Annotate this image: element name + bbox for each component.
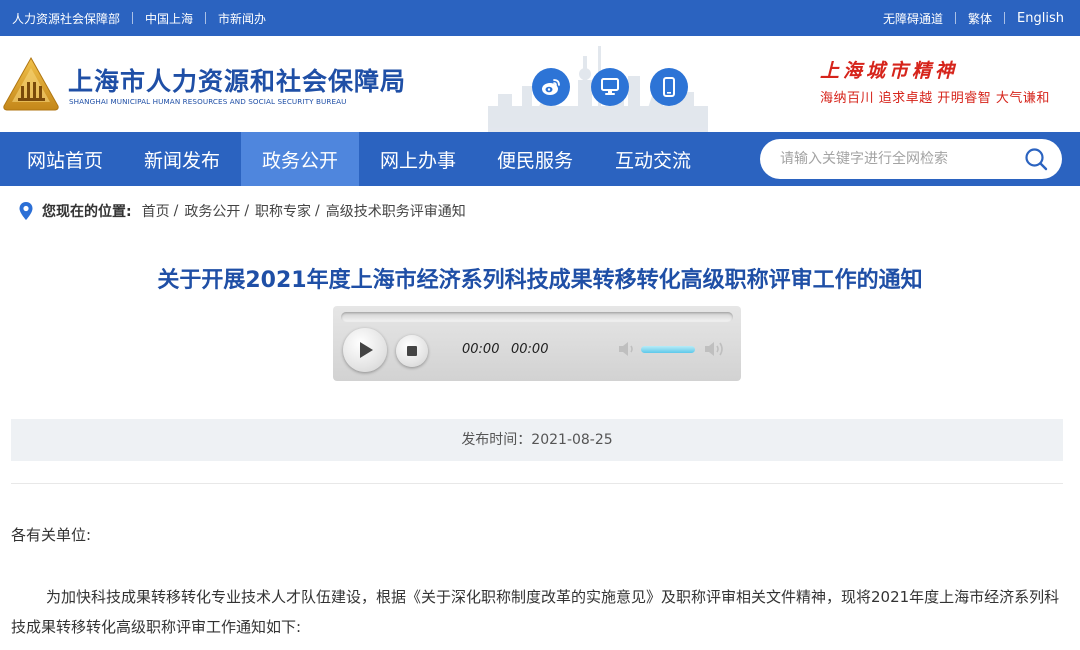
computer-icon	[601, 78, 619, 95]
top-links: 人力资源社会保障部 中国上海 市新闻办	[0, 10, 266, 27]
traditional-chinese-link[interactable]: 繁体	[968, 10, 992, 27]
volume-slider[interactable]	[641, 346, 695, 353]
duration: 00:00	[511, 342, 549, 357]
mobile-icon	[663, 77, 675, 97]
play-button[interactable]	[343, 328, 387, 372]
city-spirit-words: 海纳百川 追求卓越 开明睿智 大气谦和	[820, 91, 1050, 106]
breadcrumb-label: 您现在的位置:	[42, 204, 132, 220]
nav-item-public-services[interactable]: 便民服务	[476, 132, 594, 186]
desktop-version-button[interactable]	[591, 68, 629, 106]
publish-time: 发布时间：2021-08-25	[461, 432, 613, 448]
article-paragraph: 为加快科技成果转移转化专业技术人才队伍建设，根据《关于深化职称制度改革的实施意见…	[11, 588, 1060, 636]
site-header: 上海市人力资源和社会保障局 SHANGHAI MUNICIPAL HUMAN R…	[0, 36, 1080, 132]
top-link-mohrss[interactable]: 人力资源社会保障部	[12, 10, 120, 27]
audio-seek-bar[interactable]	[341, 312, 733, 322]
top-utilities: 无障碍通道 繁体 English	[883, 10, 1080, 27]
article-title: 关于开展2021年度上海市经济系列科技成果转移转化高级职称评审工作的通知	[157, 268, 923, 293]
volume-max-icon[interactable]	[703, 339, 725, 359]
breadcrumb-item-title-experts[interactable]: 职称专家	[255, 201, 311, 221]
site-name-english: SHANGHAI MUNICIPAL HUMAN RESOURCES AND S…	[69, 97, 347, 106]
search-input[interactable]	[780, 139, 1020, 179]
top-link-news-office[interactable]: 市新闻办	[218, 10, 266, 27]
accessibility-link[interactable]: 无障碍通道	[883, 10, 943, 27]
site-name[interactable]: 上海市人力资源和社会保障局	[68, 62, 406, 98]
breadcrumb-item-review-notices[interactable]: 高级技术职务评审通知	[326, 201, 466, 221]
main-nav: 网站首页 新闻发布 政务公开 网上办事 便民服务 互动交流	[0, 132, 1080, 186]
breadcrumb-separator: /	[315, 203, 320, 219]
nav-item-online-services[interactable]: 网上办事	[359, 132, 477, 186]
english-link[interactable]: English	[1017, 11, 1064, 26]
current-time: 00:00	[462, 342, 500, 357]
location-pin-icon	[19, 202, 33, 220]
mobile-version-button[interactable]	[650, 68, 688, 106]
breadcrumb-item-government-affairs[interactable]: 政务公开	[184, 201, 240, 221]
divider	[205, 12, 207, 24]
stop-button[interactable]	[396, 335, 428, 367]
breadcrumb-item-home[interactable]: 首页	[142, 201, 170, 221]
weibo-button[interactable]	[532, 68, 570, 106]
divider	[955, 12, 957, 24]
mute-icon[interactable]	[617, 339, 639, 359]
nav-item-news[interactable]: 新闻发布	[123, 132, 241, 186]
article-greeting: 各有关单位:	[11, 526, 92, 544]
publish-info-bar: 发布时间：2021-08-25	[11, 419, 1063, 461]
top-link-china-shanghai[interactable]: 中国上海	[145, 10, 193, 27]
breadcrumb: 您现在的位置: 首页 / 政务公开 / 职称专家 / 高级技术职务评审通知	[18, 200, 466, 222]
city-spirit-title: 上海城市精神	[820, 60, 959, 82]
weibo-icon	[542, 79, 560, 95]
search-box	[760, 139, 1062, 179]
nav-item-interaction[interactable]: 互动交流	[594, 132, 712, 186]
top-bar: 人力资源社会保障部 中国上海 市新闻办 无障碍通道 繁体 English	[0, 0, 1080, 36]
breadcrumb-separator: /	[173, 203, 179, 219]
nav-item-home[interactable]: 网站首页	[6, 132, 124, 186]
audio-player: 00:00 00:00	[333, 306, 741, 381]
divider	[132, 12, 134, 24]
divider	[1004, 12, 1006, 24]
bureau-logo-icon[interactable]	[2, 56, 60, 112]
content-divider	[11, 483, 1063, 484]
nav-item-government-affairs[interactable]: 政务公开	[241, 132, 359, 186]
search-icon[interactable]	[1024, 147, 1048, 171]
breadcrumb-separator: /	[244, 203, 250, 219]
